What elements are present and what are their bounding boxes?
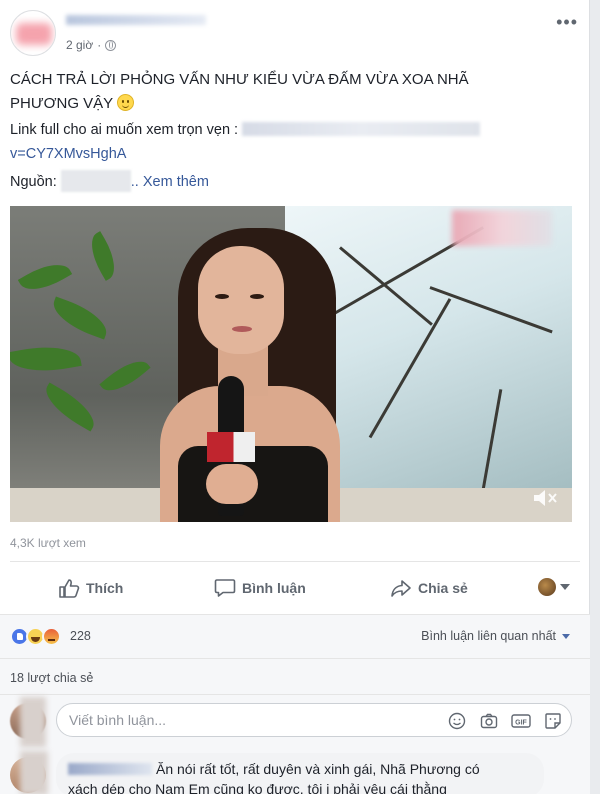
like-button[interactable]: Thích: [58, 578, 123, 598]
comment-sort-dropdown[interactable]: Bình luận liên quan nhất: [421, 629, 570, 643]
link-url-tail[interactable]: v=CY7XMvsHghA: [10, 146, 126, 162]
post-meta: 2 giờ ·: [66, 38, 117, 52]
link-url-redacted[interactable]: [242, 122, 481, 136]
comment-bubble-icon: [214, 578, 236, 598]
video-player[interactable]: [10, 206, 572, 522]
smile-emoji-icon: [117, 94, 135, 111]
person-eye: [215, 294, 229, 299]
view-count: 4,3K lượt xem: [10, 536, 86, 550]
reaction-icons[interactable]: [10, 627, 61, 646]
watermark-redacted: [452, 210, 552, 246]
post-link-block: Link full cho ai muốn xem trọn vẹn : v=C…: [10, 118, 570, 166]
post-time[interactable]: 2 giờ: [66, 38, 93, 52]
action-bar: Thích Bình luận Chia sẻ: [10, 570, 580, 606]
post-text-line-2-text: PHƯƠNG VẬY: [10, 95, 113, 112]
sticker-icon[interactable]: [543, 711, 563, 731]
comment-text-line-2: xách dép cho Nam Em cũng ko được, tôi ị …: [68, 781, 447, 794]
angry-reaction-icon: [42, 627, 61, 646]
mute-icon[interactable]: [530, 486, 560, 510]
globe-icon: [105, 39, 117, 51]
comment-label: Bình luận: [242, 580, 306, 596]
source-redacted: [60, 170, 131, 192]
comment-composer[interactable]: GIF: [56, 703, 572, 737]
chevron-down-icon: [562, 633, 570, 639]
share-count[interactable]: 18 lượt chia sẻ: [10, 671, 93, 685]
chevron-down-icon: [560, 584, 570, 590]
share-button[interactable]: Chia sẻ: [390, 578, 468, 598]
person-hand: [206, 464, 258, 504]
post-header: 2 giờ · •••: [10, 10, 580, 60]
share-arrow-icon: [390, 578, 412, 598]
comment-button[interactable]: Bình luận: [214, 578, 306, 598]
shares-bar: 18 lượt chia sẻ: [0, 658, 590, 694]
post-source: Nguồn: .. Xem thêm: [10, 170, 209, 194]
emoji-icon[interactable]: [447, 711, 467, 731]
reaction-count[interactable]: 228: [70, 629, 91, 643]
more-options-icon[interactable]: •••: [556, 12, 578, 33]
post-text-line-2: PHƯƠNG VẬY: [10, 92, 570, 116]
meta-separator: ·: [97, 38, 102, 52]
person-eye: [250, 294, 264, 299]
page-avatar[interactable]: [10, 10, 56, 56]
post-text: CÁCH TRẢ LỜI PHỎNG VẤN NHƯ KIỂU VỪA ĐẤM …: [10, 68, 570, 116]
comment-text-line-1: Ăn nói rất tốt, rất duyên và xinh gái, N…: [156, 761, 480, 777]
composer-buttons: GIF: [447, 711, 563, 731]
thumbs-up-icon: [58, 578, 80, 598]
author-name-redacted[interactable]: [66, 12, 216, 28]
person-lips: [232, 326, 252, 332]
source-label: Nguồn:: [10, 174, 57, 190]
post-text-line-1: CÁCH TRẢ LỜI PHỎNG VẤN NHƯ KIỂU VỪA ĐẤM …: [10, 71, 469, 88]
comment-bubble: Ăn nói rất tốt, rất duyên và xinh gái, N…: [56, 753, 544, 794]
commenter-name-redacted[interactable]: [68, 763, 152, 775]
comment-input[interactable]: [69, 704, 429, 736]
person-face: [198, 246, 284, 354]
post-card: 2 giờ · ••• CÁCH TRẢ LỜI PHỎNG VẤN NHƯ K…: [0, 0, 590, 794]
microphone-flag: [207, 432, 255, 462]
reactions-bar: 228 Bình luận liên quan nhất: [0, 614, 590, 658]
comment-section: GIF Ăn nói rất tốt, rất duyên và xinh gá…: [0, 694, 590, 794]
comment-item: Ăn nói rất tốt, rất duyên và xinh gái, N…: [0, 747, 590, 794]
see-more-link[interactable]: .. Xem thêm: [131, 174, 209, 190]
avatar-redaction: [20, 751, 48, 794]
camera-icon[interactable]: [479, 711, 499, 731]
post-as-switcher[interactable]: [538, 578, 570, 596]
svg-text:GIF: GIF: [515, 720, 527, 727]
like-label: Thích: [86, 580, 124, 596]
link-label: Link full cho ai muốn xem trọn vẹn :: [10, 122, 239, 138]
comment-sort-label: Bình luận liên quan nhất: [421, 629, 556, 643]
avatar-redaction: [20, 697, 46, 747]
divider: [10, 561, 580, 562]
gif-icon[interactable]: GIF: [511, 711, 531, 731]
viewer-avatar: [538, 578, 556, 596]
share-label: Chia sẻ: [418, 580, 468, 596]
